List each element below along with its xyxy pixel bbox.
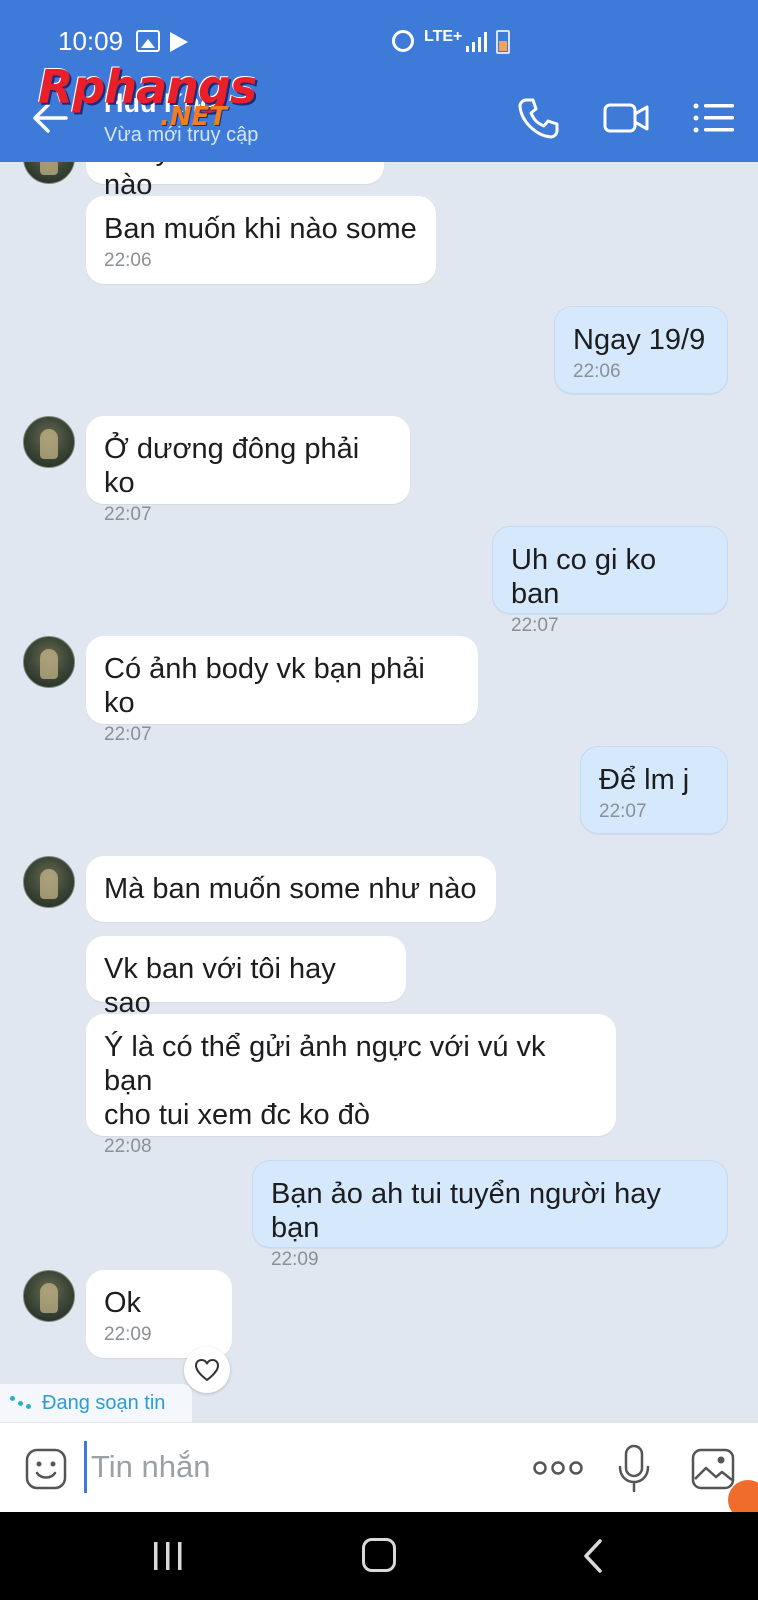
message-bubble-incoming[interactable]: Ok 22:09 <box>86 1270 232 1358</box>
voice-message-button[interactable] <box>616 1443 652 1495</box>
battery-icon <box>496 30 510 54</box>
message-bubble-incoming[interactable]: Ở dương đông phải ko 22:07 <box>86 416 410 525</box>
message-text: Ở dương đông phải ko <box>104 433 360 499</box>
status-time: 10:09 <box>58 26 124 56</box>
chevron-left-icon <box>584 1539 602 1573</box>
message-bubble-incoming[interactable]: Body vk ban thế nào <box>86 162 384 201</box>
message-time: 22:06 <box>573 361 621 382</box>
gallery-icon <box>136 30 160 52</box>
signal-icon <box>466 32 490 52</box>
avatar[interactable] <box>23 856 75 908</box>
message-text: Mà ban muốn some như nào <box>104 873 477 905</box>
message-bubble-outgoing[interactable]: Uh co gi ko ban 22:07 <box>492 526 728 636</box>
message-text: Vk ban với tôi hay sao <box>104 953 336 1019</box>
phone-icon <box>518 98 559 139</box>
microphone-icon <box>618 1444 650 1493</box>
play-store-icon <box>170 32 188 52</box>
message-bubble-outgoing[interactable]: Bạn ảo ah tui tuyển người hay bạn 22:09 <box>252 1160 728 1270</box>
message-composer <box>0 1422 758 1512</box>
watermark-logo: Rphangs .NET <box>38 60 268 140</box>
send-image-button[interactable] <box>690 1447 736 1491</box>
message-bubble-incoming[interactable]: Vk ban với tôi hay sao <box>86 936 406 1019</box>
emoji-button[interactable] <box>24 1447 68 1491</box>
message-bubble-incoming[interactable]: Ban muốn khi nào some 22:06 <box>86 196 436 284</box>
video-call-button[interactable] <box>602 94 650 142</box>
message-bubble-outgoing[interactable]: Để lm j 22:07 <box>580 746 728 834</box>
avatar[interactable] <box>23 636 75 688</box>
typing-dots-icon <box>10 1396 36 1410</box>
message-bubble-incoming[interactable]: Mà ban muốn some như nào <box>86 856 496 922</box>
message-time: 22:06 <box>104 250 152 271</box>
message-time: 22:07 <box>104 504 152 525</box>
alarm-icon <box>392 30 414 52</box>
typing-indicator: Đang soạn tin <box>0 1384 192 1422</box>
home-button[interactable] <box>362 1538 396 1572</box>
more-options-button[interactable] <box>532 1457 584 1479</box>
lte-icon: LTE+ <box>424 28 463 45</box>
typing-text: Đang soạn tin <box>42 1392 166 1414</box>
watermark-suffix: .NET <box>160 102 228 132</box>
message-list[interactable]: Body vk ban thế nào Ban muốn khi nào som… <box>0 162 758 1422</box>
heart-icon <box>195 1359 219 1381</box>
more-horizontal-icon <box>533 1461 583 1475</box>
message-bubble-outgoing[interactable]: Ngay 19/9 22:06 <box>554 306 728 394</box>
message-text: Để lm j <box>599 764 690 796</box>
recent-apps-button[interactable] <box>150 1540 186 1572</box>
message-text: Có ảnh body vk bạn phải ko <box>104 653 425 719</box>
message-text: Bạn ảo ah tui tuyển người hay bạn <box>271 1178 661 1244</box>
message-time: 22:07 <box>599 801 647 822</box>
video-camera-icon <box>603 103 649 133</box>
message-input[interactable] <box>84 1441 504 1493</box>
avatar[interactable] <box>23 1270 75 1322</box>
system-navigation-bar <box>0 1512 758 1600</box>
emoji-icon <box>25 1448 67 1490</box>
message-text: Uh co gi ko ban <box>511 544 657 610</box>
message-time: 22:09 <box>271 1249 319 1270</box>
voice-call-button[interactable] <box>514 94 562 142</box>
system-back-button[interactable] <box>578 1538 608 1574</box>
message-bubble-incoming[interactable]: Ý là có thể gửi ảnh ngực với vú vk bạn c… <box>86 1014 616 1157</box>
list-menu-icon <box>693 103 734 133</box>
message-text: Ý là có thể gửi ảnh ngực với vú vk bạn c… <box>104 1031 546 1131</box>
message-text: Ban muốn khi nào some <box>104 213 417 245</box>
image-icon <box>691 1448 735 1490</box>
menu-button[interactable] <box>690 94 738 142</box>
avatar[interactable] <box>23 416 75 468</box>
recent-apps-icon <box>154 1542 182 1570</box>
avatar[interactable] <box>23 162 75 184</box>
message-time: 22:09 <box>104 1324 152 1345</box>
message-time: 22:07 <box>104 724 152 745</box>
react-heart-button[interactable] <box>184 1347 230 1393</box>
message-time: 22:07 <box>511 615 559 636</box>
message-bubble-incoming[interactable]: Có ảnh body vk bạn phải ko 22:07 <box>86 636 478 745</box>
message-text: Ok <box>104 1287 142 1319</box>
message-text: Ngay 19/9 <box>573 324 706 356</box>
message-time: 22:08 <box>104 1136 152 1157</box>
